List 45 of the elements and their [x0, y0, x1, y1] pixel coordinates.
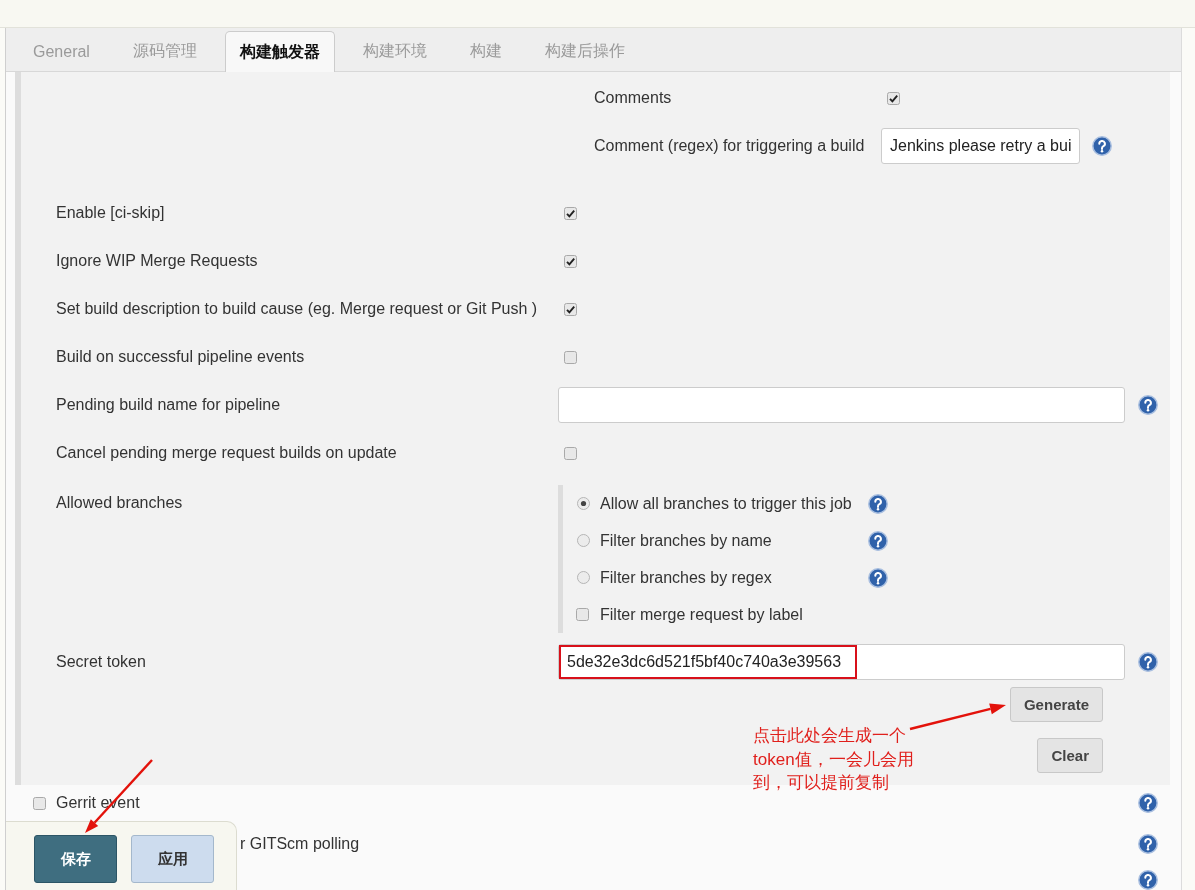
option-label: Filter branches by regex [600, 567, 772, 588]
option-label: Filter merge request by label [600, 604, 803, 625]
tab[interactable]: 构建触发器 [224, 31, 335, 72]
help-icon[interactable] [1138, 793, 1158, 813]
checkbox[interactable] [564, 446, 577, 460]
checkbox[interactable] [564, 350, 577, 364]
checkbox[interactable] [564, 302, 577, 316]
checkbox[interactable] [887, 91, 900, 105]
token-value: 5de32e3dc6d521f5bf40c740a3e39563 [559, 645, 858, 679]
help-icon[interactable] [1138, 395, 1158, 415]
help-icon[interactable] [868, 567, 888, 588]
option-label: Cancel pending merge request builds on update [56, 443, 397, 463]
help-icon[interactable] [1138, 652, 1158, 672]
secret-token-field[interactable]: 5de32e3dc6d521f5bf40c740a3e39563 [558, 644, 1125, 680]
option-label: Build on successful pipeline events [56, 347, 305, 367]
help-icon[interactable] [1138, 834, 1158, 854]
checkbox[interactable] [564, 254, 577, 268]
text-field[interactable] [558, 387, 1125, 423]
option-label: Comment (regex) for triggering a build [594, 136, 865, 156]
regex-field[interactable]: Jenkins please retry a bui [881, 128, 1080, 164]
checkbox[interactable] [33, 796, 46, 810]
option-label: Enable [ci-skip] [56, 203, 165, 223]
help-icon[interactable] [868, 530, 888, 551]
annotation-note: 点击此处会生成一个token值，一会儿会用到，可以提前复制 [753, 725, 915, 794]
save-button[interactable]: 保存 [34, 835, 117, 883]
option-label: Allow all branches to trigger this job [600, 493, 852, 514]
option-label: Allowed branches [56, 493, 183, 513]
checkbox[interactable] [576, 608, 589, 621]
clear-button[interactable]: Clear [1037, 738, 1103, 773]
option-label: Comments [594, 88, 672, 108]
checkbox[interactable] [564, 206, 577, 220]
radio-button[interactable] [577, 497, 590, 510]
help-icon[interactable] [1138, 870, 1158, 890]
option-label: Pending build name for pipeline [56, 395, 281, 415]
radio-button[interactable] [577, 534, 590, 547]
option-label: Filter branches by name [600, 530, 772, 551]
apply-button[interactable]: 应用 [131, 835, 214, 883]
radio-button[interactable] [577, 571, 590, 584]
generate-button[interactable]: Generate [1009, 687, 1103, 722]
option-label: Ignore WIP Merge Requests [56, 251, 258, 271]
help-icon[interactable] [868, 493, 888, 514]
option-label: Secret token [56, 652, 146, 672]
option-label: Set build description to build cause (eg. Merge request or Git Push ) [56, 299, 538, 319]
help-icon[interactable] [1092, 136, 1112, 156]
option-label: r GITScm polling [240, 834, 360, 854]
